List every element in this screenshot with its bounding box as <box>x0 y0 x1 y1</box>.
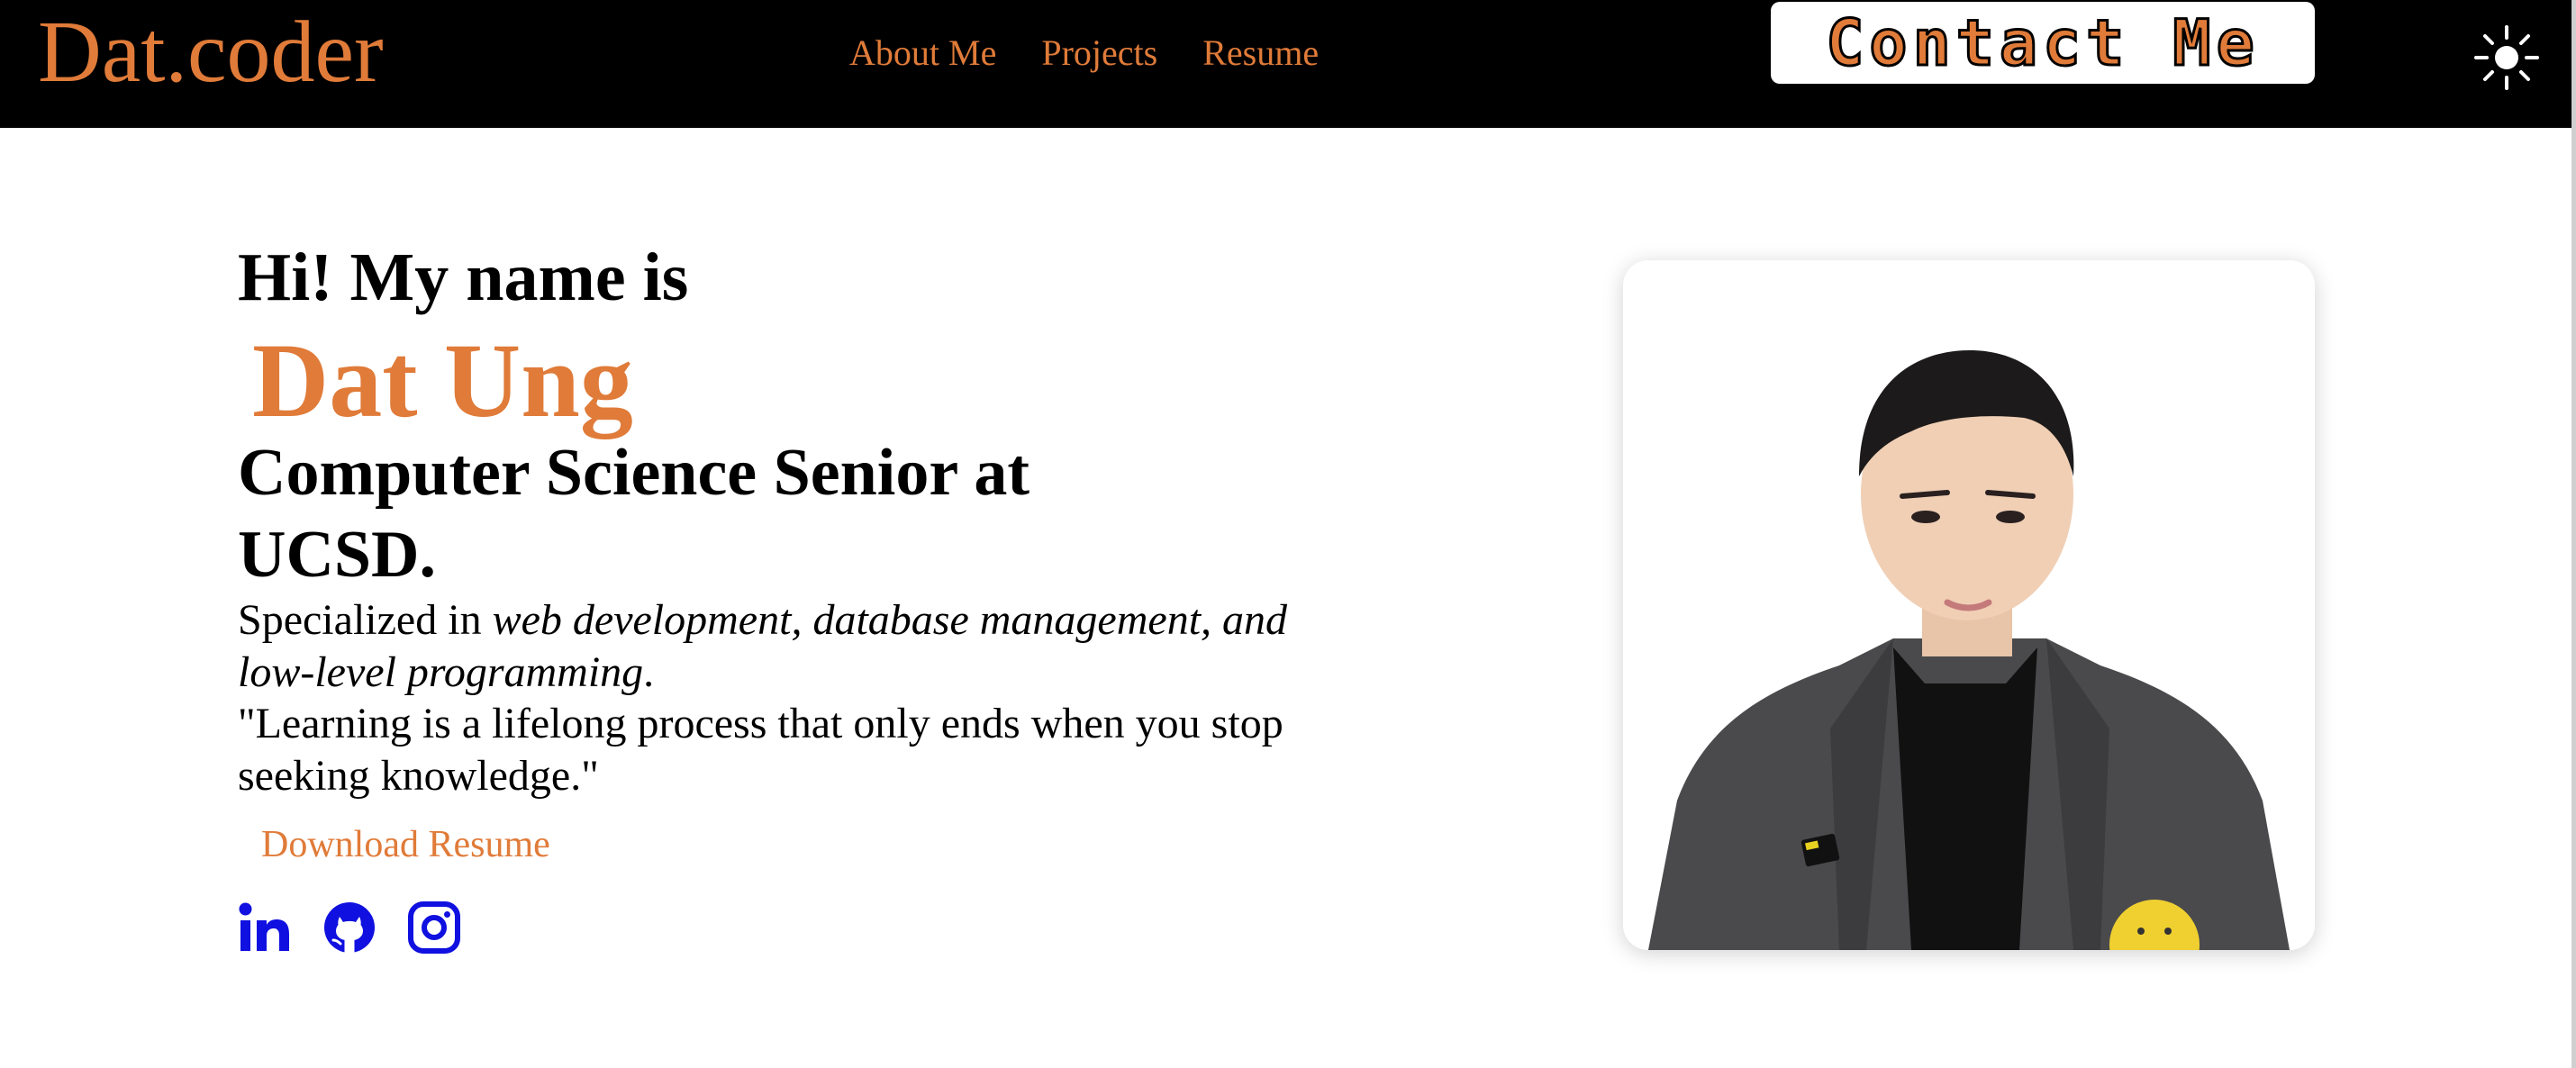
social-links <box>238 900 461 955</box>
download-resume-link[interactable]: Download Resume <box>261 818 550 872</box>
instagram-icon[interactable] <box>407 901 461 955</box>
portrait-photo <box>1623 260 2315 950</box>
summary-text: Specialized in web development, database… <box>238 594 1319 699</box>
scrollbar[interactable] <box>2571 0 2576 1068</box>
nav-link-projects[interactable]: Projects <box>1041 32 1157 74</box>
summary-prefix: Specialized in <box>238 596 493 644</box>
quote-text: "Learning is a lifelong process that onl… <box>238 700 1283 800</box>
contact-me-label: Contact Me <box>1825 5 2260 81</box>
role-heading: Computer Science Senior at UCSD. <box>238 436 1030 592</box>
navbar: Dat.coder About Me Projects Resume Conta… <box>0 0 2576 128</box>
nav-link-about-me[interactable]: About Me <box>849 32 996 74</box>
sun-icon[interactable] <box>2472 23 2541 92</box>
nav-link-resume[interactable]: Resume <box>1202 32 1319 74</box>
summary-suffix: . <box>643 648 655 696</box>
name-heading: Dat Ung <box>252 321 633 439</box>
nav-links: About Me Projects Resume <box>849 0 1319 104</box>
github-icon[interactable] <box>322 901 376 955</box>
brand-logo[interactable]: Dat.coder <box>38 0 384 104</box>
linkedin-icon[interactable] <box>238 901 292 955</box>
greeting-heading: Hi! My name is <box>238 240 689 315</box>
contact-me-button[interactable]: Contact Me <box>1771 2 2315 84</box>
